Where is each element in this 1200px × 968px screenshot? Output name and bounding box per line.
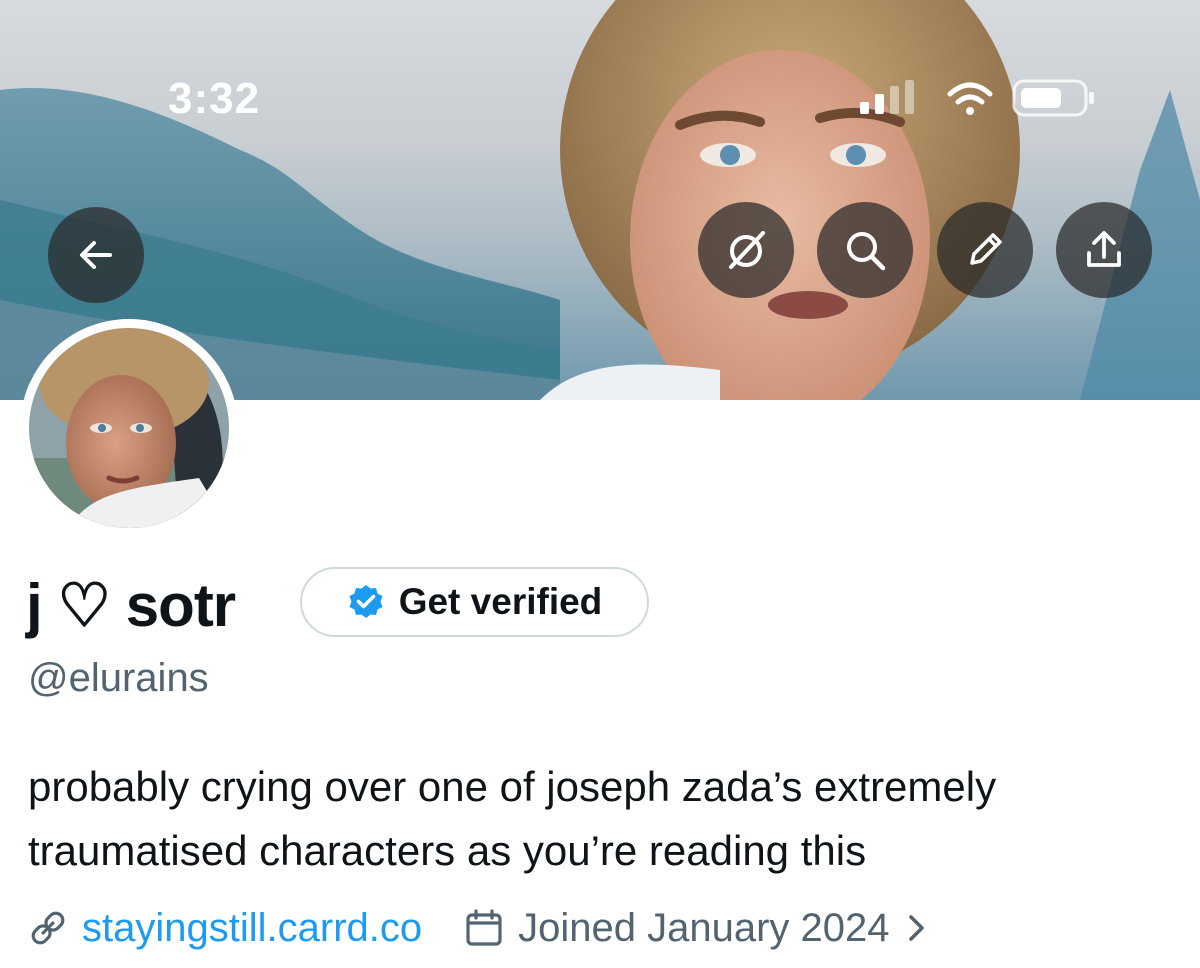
- arrow-left-icon: [80, 241, 112, 269]
- display-name: j ♡ sotr: [26, 572, 236, 639]
- profile-avatar[interactable]: [20, 319, 238, 537]
- search-button[interactable]: [817, 202, 913, 298]
- get-verified-label: Get verified: [398, 581, 603, 622]
- status-bar-icons: [860, 79, 1094, 117]
- profile-meta: stayingstill.carrd.co Joined January 202…: [28, 900, 928, 956]
- chevron-right-icon[interactable]: [906, 911, 928, 945]
- edit-button[interactable]: [937, 202, 1033, 298]
- verified-badge-icon: [349, 585, 383, 618]
- wifi-icon: [947, 82, 993, 115]
- avatar-image: [29, 328, 229, 528]
- joined-date: Joined January 2024: [518, 905, 890, 950]
- grok-button[interactable]: [698, 202, 794, 298]
- pencil-icon: [970, 233, 1002, 265]
- website-link[interactable]: stayingstill.carrd.co: [82, 906, 422, 951]
- signal-bars-icon: [860, 80, 914, 114]
- calendar-icon: [466, 909, 502, 946]
- battery-icon: [1012, 79, 1094, 117]
- profile-bio: probably crying over one of joseph zada’…: [28, 763, 997, 874]
- link-icon: [31, 911, 65, 945]
- share-upload-icon: [1087, 231, 1121, 267]
- status-bar-time: 3:32: [168, 74, 261, 123]
- slashed-circle-icon: [729, 231, 765, 269]
- get-verified-button[interactable]: Get verified: [300, 567, 649, 637]
- share-button[interactable]: [1056, 202, 1152, 298]
- user-handle: @elurains: [28, 656, 209, 700]
- back-button[interactable]: [48, 207, 144, 303]
- search-icon: [847, 232, 886, 271]
